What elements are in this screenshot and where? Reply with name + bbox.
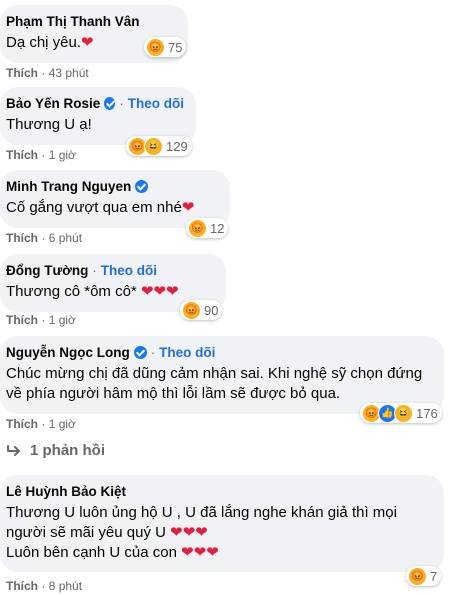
heart-emoji-icon: ❤ <box>166 283 179 300</box>
commenter-name[interactable]: Minh Trang Nguyen <box>6 178 131 195</box>
verified-badge-icon <box>135 180 149 193</box>
angry-reaction-icon: 😡 <box>182 300 201 320</box>
comment-time[interactable]: 8 phút <box>49 579 82 593</box>
comment-meta: Thích · 6 phút <box>6 231 82 245</box>
separator: · <box>119 96 124 111</box>
heart-emoji-icon: ❤ <box>181 544 194 561</box>
reaction-summary[interactable]: 😡 7 <box>406 566 442 586</box>
comment-time[interactable]: 1 giờ <box>49 313 76 327</box>
angry-reaction-icon: 😡 <box>146 37 165 57</box>
verified-badge-icon <box>104 97 116 110</box>
like-link[interactable]: Thích <box>6 579 38 593</box>
follow-button[interactable]: Theo dõi <box>159 344 215 361</box>
commenter-name[interactable]: Đổng Tường <box>6 262 88 279</box>
comment-time[interactable]: 43 phút <box>49 66 89 80</box>
comment-text: Thương U luôn ủng hộ U , U đã lắng nghe … <box>6 504 397 561</box>
verified-badge-icon <box>133 346 147 359</box>
reaction-summary[interactable]: 😡 😆 129 <box>126 136 192 156</box>
comment-text: Thương cô *ôm cô* ❤❤❤ <box>6 283 179 300</box>
haha-reaction-icon: 😆 <box>394 403 413 423</box>
commenter-name[interactable]: Phạm Thị Thanh Vân <box>6 13 140 30</box>
heart-emoji-icon: ❤ <box>153 283 167 300</box>
comment-time[interactable]: 6 phút <box>49 231 82 245</box>
reaction-count: 12 <box>210 220 225 236</box>
comment-text: Thương U ạ! <box>6 116 92 133</box>
reaction-summary[interactable]: 😡 12 <box>186 218 229 238</box>
like-link[interactable]: Thích <box>6 313 38 327</box>
like-link[interactable]: Thích <box>6 231 38 245</box>
follow-button[interactable]: Theo dõi <box>101 262 157 279</box>
separator: · <box>41 579 46 593</box>
separator: · <box>150 345 156 360</box>
reaction-count: 129 <box>166 138 188 154</box>
reaction-count: 176 <box>416 405 438 421</box>
reaction-summary[interactable]: 😡 👍 😆 176 <box>360 403 442 423</box>
reply-arrow-icon <box>7 444 20 456</box>
heart-emoji-icon: ❤ <box>206 544 219 561</box>
separator: · <box>41 417 46 431</box>
heart-emoji-icon: ❤ <box>140 283 154 300</box>
comment-text: Chúc mừng chị đã dũng cảm nhận sai. Khi … <box>6 365 423 402</box>
reaction-count: 7 <box>430 568 438 584</box>
heart-emoji-icon: ❤ <box>170 524 183 541</box>
commenter-name[interactable]: Bảo Yến Rosie <box>6 95 100 112</box>
commenter-name[interactable]: Nguyễn Ngọc Long <box>6 344 130 361</box>
separator: · <box>41 66 46 80</box>
comment-bubble: Lê Huỳnh Bảo Kiệt Thương U luôn ủng hộ U… <box>0 475 444 572</box>
separator: · <box>41 148 46 162</box>
comment-time[interactable]: 1 giờ <box>49 148 76 162</box>
heart-emoji-icon: ❤ <box>195 524 208 541</box>
commenter-name[interactable]: Lê Huỳnh Bảo Kiệt <box>6 483 126 500</box>
comment-text: Cố gắng vượt qua em nhé❤ <box>6 199 195 216</box>
separator: · <box>41 313 46 327</box>
comment-meta: Thích · 1 giờ <box>6 148 76 162</box>
comment-meta: Thích · 43 phút <box>6 66 89 80</box>
like-link[interactable]: Thích <box>6 417 38 431</box>
heart-emoji-icon: ❤ <box>181 199 195 216</box>
view-replies-link[interactable]: 1 phản hồi <box>6 442 105 459</box>
angry-reaction-icon: 😡 <box>188 218 207 238</box>
reaction-summary[interactable]: 😡 75 <box>144 37 187 57</box>
reaction-count: 90 <box>204 302 219 318</box>
separator: · <box>92 263 97 278</box>
reaction-summary[interactable]: 😡 90 <box>180 300 223 320</box>
heart-emoji-icon: ❤ <box>81 34 94 51</box>
heart-emoji-icon: ❤ <box>193 544 207 561</box>
comment-meta: Thích · 1 giờ <box>6 417 76 431</box>
reaction-count: 75 <box>168 39 183 55</box>
haha-reaction-icon: 😆 <box>144 136 163 156</box>
angry-reaction-icon: 😡 <box>408 566 427 586</box>
comment-meta: Thích · 8 phút <box>6 579 82 593</box>
like-link[interactable]: Thích <box>6 148 38 162</box>
like-link[interactable]: Thích <box>6 66 38 80</box>
separator: · <box>41 231 46 245</box>
comment-meta: Thích · 1 giờ <box>6 313 76 327</box>
comment-time[interactable]: 1 giờ <box>49 417 76 431</box>
follow-button[interactable]: Theo dõi <box>128 95 184 112</box>
heart-emoji-icon: ❤ <box>182 524 196 541</box>
replies-count-label: 1 phản hồi <box>30 442 105 459</box>
